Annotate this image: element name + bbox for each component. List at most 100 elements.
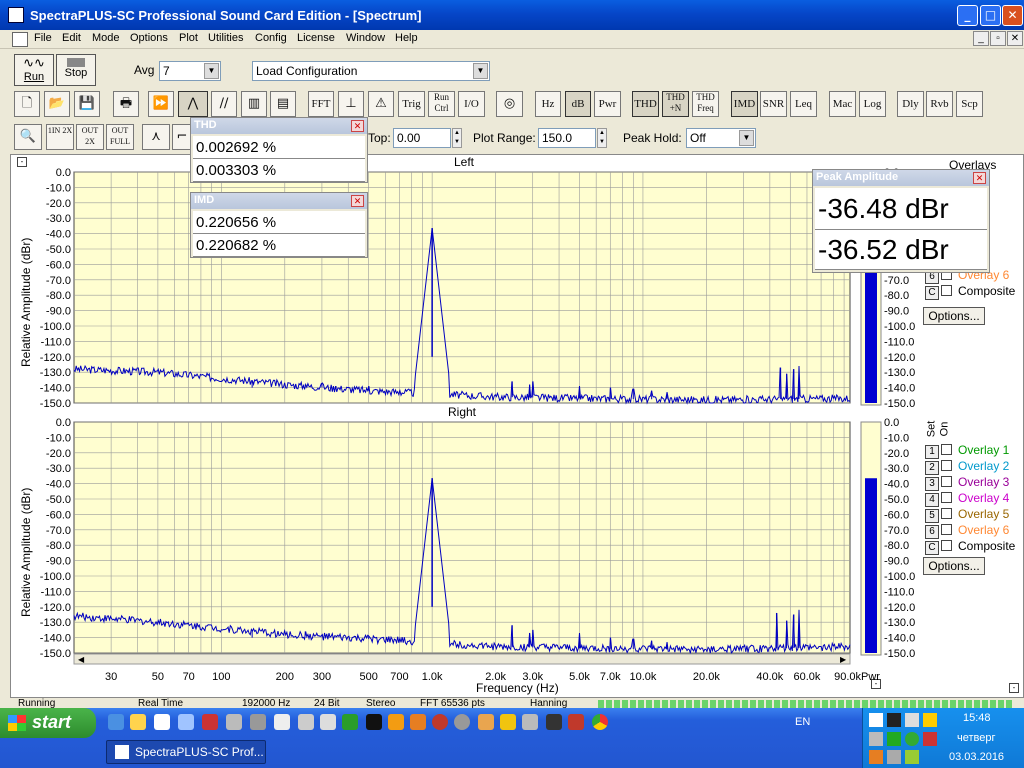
- rvb-button[interactable]: Rvb: [926, 91, 953, 117]
- stop-button[interactable]: Stop: [56, 54, 96, 86]
- chevron-down-icon[interactable]: ▼: [204, 63, 219, 79]
- zoom-in-2x-button[interactable]: 1IN 2X: [46, 124, 74, 150]
- overlay-set-button[interactable]: C: [925, 541, 939, 555]
- thd-popup[interactable]: THD ✕ 0.002692 % 0.003303 %: [190, 117, 368, 183]
- chrome-icon[interactable]: [592, 714, 608, 730]
- quicklaunch-icon[interactable]: [454, 714, 470, 730]
- zoom-out-full-button[interactable]: OUT FULL: [106, 124, 134, 150]
- overlay-checkbox[interactable]: [941, 444, 952, 455]
- signal-generator-icon[interactable]: ◎: [496, 91, 523, 117]
- quicklaunch-icon[interactable]: [342, 714, 358, 730]
- config-select[interactable]: Load Configuration ▼: [252, 61, 490, 81]
- overlay-checkbox[interactable]: [941, 460, 952, 471]
- chevron-down-icon[interactable]: ▼: [739, 130, 754, 146]
- maximize-button[interactable]: □: [980, 5, 1001, 26]
- overlay-set-button[interactable]: 3: [925, 477, 939, 491]
- thd-n-button[interactable]: THD +N: [662, 91, 689, 117]
- overlay-set-button[interactable]: 1: [925, 445, 939, 459]
- fast-forward-button[interactable]: ⏩: [148, 91, 174, 117]
- quicklaunch-icon[interactable]: [298, 714, 314, 730]
- quicklaunch-icon[interactable]: [568, 714, 584, 730]
- overlay-set-button[interactable]: 2: [925, 461, 939, 475]
- options-button-right[interactable]: Options...: [923, 557, 985, 575]
- menu-window[interactable]: Window: [346, 32, 385, 44]
- quicklaunch-icon[interactable]: [154, 714, 170, 730]
- chevron-down-icon[interactable]: ▼: [473, 63, 488, 79]
- pwr-button[interactable]: Pwr: [594, 91, 621, 117]
- app-icon[interactable]: [8, 7, 24, 23]
- 3d-surface-button[interactable]: ▤: [270, 91, 296, 117]
- overlay-row[interactable]: 4 Overlay 4: [925, 491, 1009, 507]
- window-function-button[interactable]: ⊥: [338, 91, 364, 117]
- tray-icon[interactable]: [869, 732, 883, 746]
- overlay-checkbox[interactable]: [941, 285, 952, 296]
- menu-mode[interactable]: Mode: [92, 32, 120, 44]
- overlay-set-button[interactable]: 6: [925, 525, 939, 539]
- quicklaunch-icon[interactable]: [178, 714, 194, 730]
- close-icon[interactable]: ✕: [351, 120, 364, 132]
- close-button[interactable]: ✕: [1002, 5, 1023, 26]
- tray-icon[interactable]: [869, 713, 883, 727]
- overlay-set-button[interactable]: C: [925, 286, 939, 300]
- avg-select[interactable]: 7 ▼: [159, 61, 221, 81]
- top-spinner[interactable]: ▲ ▼: [452, 128, 462, 148]
- overlay-checkbox[interactable]: [941, 508, 952, 519]
- hz-button[interactable]: Hz: [535, 91, 561, 117]
- doc-icon[interactable]: [12, 32, 28, 47]
- peak-hold-select[interactable]: Off ▼: [686, 128, 756, 148]
- imd-button[interactable]: IMD: [731, 91, 758, 117]
- taskbar-app-button[interactable]: SpectraPLUS-SC Prof...: [106, 740, 266, 764]
- close-icon[interactable]: ✕: [351, 195, 364, 207]
- menu-license[interactable]: License: [297, 32, 335, 44]
- menu-config[interactable]: Config: [255, 32, 287, 44]
- imd-popup[interactable]: IMD ✕ 0.220656 % 0.220682 %: [190, 192, 368, 258]
- quicklaunch-icon[interactable]: [366, 714, 382, 730]
- leq-button[interactable]: Leq: [790, 91, 817, 117]
- scp-button[interactable]: Scp: [956, 91, 983, 117]
- zoom-out-2x-button[interactable]: OUT 2X: [76, 124, 104, 150]
- overlay-row[interactable]: 1 Overlay 1: [925, 443, 1009, 459]
- mdi-close-button[interactable]: ✕: [1007, 31, 1023, 46]
- quicklaunch-icon[interactable]: [250, 714, 266, 730]
- save-file-button[interactable]: 💾: [74, 91, 100, 117]
- clock-time[interactable]: 15:48: [963, 712, 991, 724]
- quicklaunch-icon[interactable]: [410, 714, 426, 730]
- overlay-row[interactable]: 6 Overlay 6: [925, 523, 1009, 539]
- peak-amplitude-popup[interactable]: Peak Amplitude ✕ -36.48 dBr -36.52 dBr: [812, 169, 990, 273]
- spectrum-mode-button[interactable]: ⋀: [178, 91, 208, 117]
- tray-icon[interactable]: [869, 750, 883, 764]
- time-series-button[interactable]: ∕∕: [211, 91, 237, 117]
- tray-icon[interactable]: [887, 732, 901, 746]
- print-button[interactable]: 🖶: [113, 91, 139, 117]
- menu-help[interactable]: Help: [395, 32, 418, 44]
- tray-icon[interactable]: [905, 732, 919, 746]
- tray-icon[interactable]: [923, 713, 937, 727]
- plot-range-input[interactable]: 150.0: [538, 128, 596, 148]
- step-marker-icon[interactable]: ⌐: [172, 124, 192, 150]
- overlay-checkbox[interactable]: [941, 540, 952, 551]
- trigger-icon-button[interactable]: ⚠: [368, 91, 394, 117]
- minimize-button[interactable]: _: [957, 5, 978, 26]
- run-button[interactable]: ∿∿ Run: [14, 54, 54, 86]
- overlay-row[interactable]: 5 Overlay 5: [925, 507, 1009, 523]
- tray-icon[interactable]: [887, 713, 901, 727]
- thd-freq-button[interactable]: THD Freq: [692, 91, 719, 117]
- overlay-row[interactable]: C Composite: [925, 539, 1015, 555]
- tray-icon[interactable]: [887, 750, 901, 764]
- overlay-checkbox[interactable]: [941, 476, 952, 487]
- run-ctrl-button[interactable]: Run Ctrl: [428, 91, 455, 117]
- db-button[interactable]: dB: [565, 91, 591, 117]
- mac-button[interactable]: Mac: [829, 91, 856, 117]
- new-file-button[interactable]: 🗋: [14, 91, 40, 117]
- menu-edit[interactable]: Edit: [62, 32, 81, 44]
- zoom-icon[interactable]: 🔍: [14, 124, 42, 150]
- log-button[interactable]: Log: [859, 91, 886, 117]
- spectrogram-button[interactable]: ▥: [241, 91, 267, 117]
- overlay-set-button[interactable]: 4: [925, 493, 939, 507]
- opera-icon[interactable]: [432, 714, 448, 730]
- quicklaunch-icon[interactable]: [500, 714, 516, 730]
- overlay-checkbox[interactable]: [941, 524, 952, 535]
- quicklaunch-icon[interactable]: [320, 714, 336, 730]
- close-icon[interactable]: ✕: [973, 172, 986, 184]
- plot-range-spinner[interactable]: ▲ ▼: [597, 128, 607, 148]
